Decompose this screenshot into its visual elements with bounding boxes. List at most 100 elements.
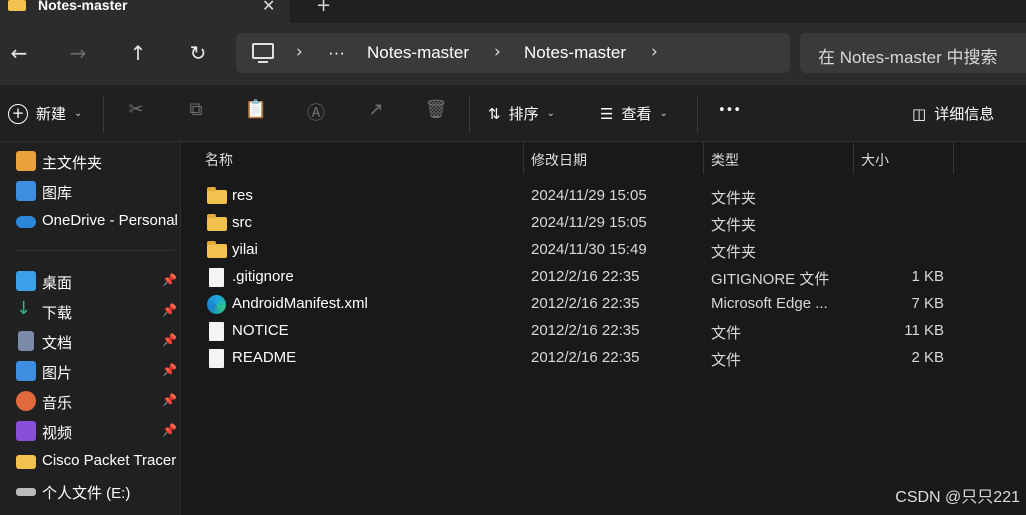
column-divider[interactable] (703, 142, 704, 174)
more-locations-button[interactable]: ··· (328, 43, 345, 63)
pictures-icon (16, 361, 36, 381)
new-button-label: 新建 (36, 105, 67, 123)
view-button[interactable]: ☰ 查看 ⌄ (600, 103, 668, 124)
table-row[interactable]: README 2012/2/16 22:35 文件 2 KB (182, 345, 1026, 372)
paste-icon[interactable]: 📋 (244, 99, 268, 123)
search-input[interactable]: 在 Notes-master 中搜索 (800, 33, 1026, 73)
column-divider[interactable] (953, 142, 954, 174)
sidebar-item-documents[interactable]: 文档 📌 (0, 327, 181, 357)
breadcrumb-notes-master-1[interactable]: Notes-master (367, 43, 469, 63)
details-button[interactable]: ◫ 详细信息 (912, 103, 994, 124)
folder-icon (8, 0, 26, 11)
onedrive-icon (16, 216, 36, 228)
sidebar-item-label: 音乐 (42, 395, 73, 412)
tab-title: Notes-master (38, 0, 128, 13)
column-header-name[interactable]: 名称 ^ (205, 142, 523, 174)
sidebar-item-label: OneDrive - Personal (42, 212, 178, 229)
cut-icon[interactable]: ✂ (124, 99, 148, 123)
folder-icon (207, 241, 227, 258)
close-icon[interactable]: ✕ (262, 0, 275, 15)
table-row[interactable]: res 2024/11/29 15:05 文件夹 (182, 183, 1026, 210)
file-size: 7 KB (911, 295, 944, 312)
sidebar-item-label: 文档 (42, 335, 73, 352)
file-type: 文件 (711, 325, 742, 342)
column-header-type[interactable]: 类型 (711, 142, 853, 174)
sidebar-item-label: 图库 (42, 185, 73, 202)
delete-icon[interactable]: 🗑 (424, 99, 448, 123)
up-button[interactable]: ↑ (124, 39, 152, 67)
folder-icon (207, 187, 227, 204)
file-modified: 2012/2/16 22:35 (531, 295, 640, 312)
share-icon[interactable]: ↗ (364, 99, 388, 123)
refresh-button[interactable]: ↻ (184, 39, 212, 67)
sidebar-item-label: 桌面 (42, 275, 73, 292)
sidebar-item-label: 个人文件 (E:) (42, 485, 131, 502)
sidebar-item-downloads[interactable]: ↓ 下载 📌 (0, 297, 181, 327)
sidebar-item-onedrive[interactable]: OneDrive - Personal (0, 207, 181, 237)
column-header-size[interactable]: 大小 (861, 142, 953, 174)
back-button[interactable]: ← (5, 39, 33, 67)
file-type: 文件夹 (711, 244, 757, 261)
column-divider[interactable] (853, 142, 854, 174)
sidebar-item-cisco-packet-tracer[interactable]: Cisco Packet Tracer (0, 447, 181, 477)
navigation-pane: 主文件夹 图库 OneDrive - Personal 桌面 📌 ↓ 下载 📌 … (0, 142, 181, 515)
file-name: README (232, 349, 297, 366)
chevron-right-icon[interactable]: › (651, 42, 658, 62)
sidebar-item-pictures[interactable]: 图片 📌 (0, 357, 181, 387)
sidebar-item-gallery[interactable]: 图库 (0, 177, 181, 207)
pin-icon[interactable]: 📌 (162, 303, 177, 317)
this-pc-icon[interactable] (252, 43, 274, 63)
chevron-down-icon: ⌄ (546, 108, 555, 119)
more-options-button[interactable]: ••• (718, 103, 741, 118)
sidebar-item-label: 下载 (42, 305, 73, 322)
pin-icon[interactable]: 📌 (162, 393, 177, 407)
forward-button[interactable]: → (64, 39, 92, 67)
folder-icon (207, 214, 227, 231)
pin-icon[interactable]: 📌 (162, 423, 177, 437)
sidebar-item-label: Cisco Packet Tracer (42, 452, 177, 469)
sidebar-item-videos[interactable]: 视频 📌 (0, 417, 181, 447)
sort-button[interactable]: ⇅ 排序 ⌄ (488, 103, 555, 124)
divider (469, 95, 470, 133)
chevron-right-icon[interactable]: › (494, 42, 501, 62)
rename-icon[interactable]: Ⓐ (304, 99, 328, 124)
file-name: res (232, 187, 253, 204)
file-name: NOTICE (232, 322, 289, 339)
file-modified: 2024/11/30 15:49 (531, 241, 647, 258)
breadcrumb-notes-master-2[interactable]: Notes-master (524, 43, 626, 63)
file-size: 1 KB (911, 268, 944, 285)
title-bar: Notes-master ✕ + (0, 0, 1026, 23)
column-header-modified[interactable]: 修改日期 (531, 142, 703, 174)
sidebar-item-label: 视频 (42, 425, 73, 442)
table-row[interactable]: src 2024/11/29 15:05 文件夹 (182, 210, 1026, 237)
divider (14, 250, 174, 251)
videos-icon (16, 421, 36, 441)
gallery-icon (16, 181, 36, 201)
file-modified: 2024/11/29 15:05 (531, 187, 647, 204)
table-row[interactable]: AndroidManifest.xml 2012/2/16 22:35 Micr… (182, 291, 1026, 318)
sidebar-item-music[interactable]: 音乐 📌 (0, 387, 181, 417)
sidebar-item-desktop[interactable]: 桌面 📌 (0, 267, 181, 297)
plus-icon: + (8, 103, 28, 124)
pin-icon[interactable]: 📌 (162, 273, 177, 287)
chevron-right-icon[interactable]: › (296, 42, 303, 62)
sidebar-item-label: 图片 (42, 365, 73, 382)
details-pane-icon: ◫ (912, 104, 927, 123)
sidebar-item-home[interactable]: 主文件夹 (0, 147, 181, 177)
view-button-label: 查看 (621, 105, 652, 123)
table-row[interactable]: .gitignore 2012/2/16 22:35 GITIGNORE 文件 … (182, 264, 1026, 291)
tab-notes-master[interactable]: Notes-master ✕ (0, 0, 290, 23)
search-placeholder: 在 Notes-master 中搜索 (818, 48, 998, 67)
desktop-icon (16, 271, 36, 291)
sidebar-item-drive-e[interactable]: 个人文件 (E:) (0, 477, 181, 507)
copy-icon[interactable]: ⧉ (184, 99, 208, 123)
view-icon: ☰ (600, 104, 614, 123)
new-button[interactable]: + 新建 ⌄ (8, 103, 82, 124)
column-divider[interactable] (523, 142, 524, 174)
new-tab-button[interactable]: + (316, 0, 331, 16)
table-row[interactable]: NOTICE 2012/2/16 22:35 文件 11 KB (182, 318, 1026, 345)
pin-icon[interactable]: 📌 (162, 363, 177, 377)
table-row[interactable]: yilai 2024/11/30 15:49 文件夹 (182, 237, 1026, 264)
pin-icon[interactable]: 📌 (162, 333, 177, 347)
address-field[interactable]: › ··· Notes-master › Notes-master › (236, 33, 790, 73)
